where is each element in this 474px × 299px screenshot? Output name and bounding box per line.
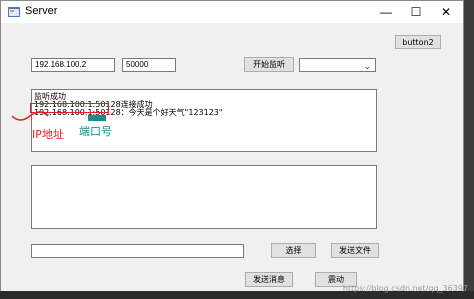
ip-input[interactable]: 192.168.100.2 — [31, 58, 115, 72]
file-path-input[interactable] — [31, 244, 244, 258]
port-annotation: 端口号 — [79, 125, 112, 138]
watermark: https://blog.csdn.net/qq_36397 — [342, 284, 468, 293]
title-bar: Server — ☐ ✕ — [1, 1, 463, 23]
server-window: Server — ☐ ✕ button2 192.168.100.2 50000… — [0, 0, 464, 299]
client-select[interactable]: ⌄ — [299, 58, 376, 72]
app-icon — [8, 7, 20, 17]
choose-file-button[interactable]: 选择 — [271, 243, 316, 258]
message-textbox[interactable] — [31, 165, 377, 229]
window-title: Server — [25, 5, 58, 17]
button2[interactable]: button2 — [395, 35, 441, 49]
start-listen-button[interactable]: 开始监听 — [244, 57, 294, 72]
send-message-button[interactable]: 发送消息 — [245, 272, 293, 287]
port-input[interactable]: 50000 — [122, 58, 176, 72]
ip-annotation: IP地址 — [32, 128, 64, 141]
maximize-button[interactable]: ☐ — [401, 1, 431, 23]
close-button[interactable]: ✕ — [431, 1, 461, 23]
chevron-down-icon: ⌄ — [363, 61, 371, 71]
port-highlight-mark — [88, 115, 106, 121]
minimize-button[interactable]: — — [371, 1, 401, 23]
log-textbox[interactable]: 监听成功 192.168.100.1:50128连接成功 192.168.100… — [31, 89, 377, 152]
send-file-button[interactable]: 发送文件 — [331, 243, 379, 258]
